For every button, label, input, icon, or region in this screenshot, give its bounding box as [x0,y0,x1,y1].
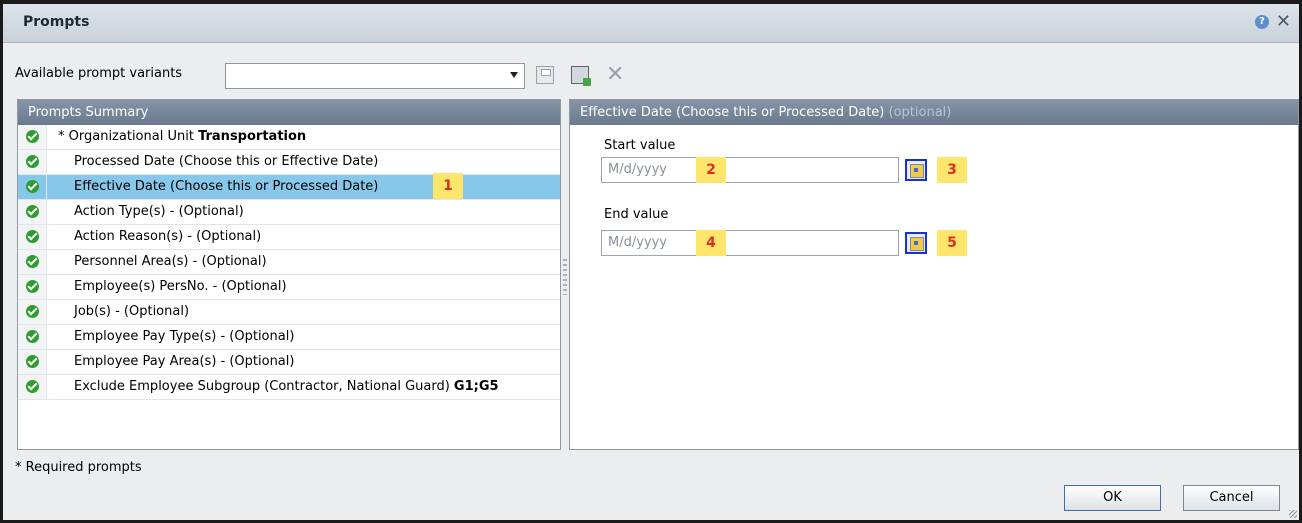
cancel-button[interactable]: Cancel [1183,485,1280,511]
check-icon [26,130,39,143]
prompt-label: Employee(s) PersNo. - (Optional) [74,279,287,294]
prompts-summary-list: * Organizational Unit Transportation Pro… [18,125,560,400]
panel-splitter[interactable] [563,259,567,295]
check-icon [26,155,39,168]
help-icon[interactable]: ? [1255,15,1269,29]
prompt-row-exclude-subgroup[interactable]: Exclude Employee Subgroup (Contractor, N… [18,375,560,400]
variants-dropdown[interactable] [225,63,525,89]
prompt-row-pay-area[interactable]: Employee Pay Area(s) - (Optional) [18,350,560,375]
check-icon [26,355,39,368]
prompt-label: Personnel Area(s) - (Optional) [74,254,267,269]
prompt-label: * Organizational Unit Transportation [58,129,307,144]
check-icon [26,205,39,218]
dialog-title: Prompts [23,14,90,30]
start-value-label: Start value [604,138,676,153]
required-prompts-note: * Required prompts [15,460,142,475]
prompt-row-pay-type[interactable]: Employee Pay Type(s) - (Optional) [18,325,560,350]
check-icon [26,280,39,293]
prompt-label: Effective Date (Choose this or Processed… [74,179,379,194]
check-icon [26,330,39,343]
prompt-detail-header: Effective Date (Choose this or Processed… [570,100,1298,125]
check-icon [26,255,39,268]
prompt-row-effective-date[interactable]: Effective Date (Choose this or Processed… [18,175,560,200]
check-icon [26,380,39,393]
prompt-row-action-type[interactable]: Action Type(s) - (Optional) [18,200,560,225]
prompt-row-personnel-area[interactable]: Personnel Area(s) - (Optional) [18,250,560,275]
prompt-row-action-reason[interactable]: Action Reason(s) - (Optional) [18,225,560,250]
resize-grip-icon[interactable] [1289,510,1297,518]
callout-badge-4: 4 [696,230,726,256]
prompts-summary-panel: Prompts Summary * Organizational Unit Tr… [17,99,561,450]
prompt-row-processed-date[interactable]: Processed Date (Choose this or Effective… [18,150,560,175]
end-date-input[interactable]: M/d/yyyy [601,230,899,256]
callout-badge-2: 2 [696,157,726,183]
check-icon [26,180,39,193]
prompt-label: Exclude Employee Subgroup (Contractor, N… [74,379,499,394]
calendar-icon[interactable] [905,232,927,254]
prompt-value: Transportation [198,129,307,144]
prompt-row-employee-persno[interactable]: Employee(s) PersNo. - (Optional) [18,275,560,300]
optional-tag: (optional) [884,105,952,120]
start-date-input[interactable]: M/d/yyyy [601,157,899,183]
check-icon [26,305,39,318]
prompt-label: Action Type(s) - (Optional) [74,204,244,219]
prompt-label: Employee Pay Type(s) - (Optional) [74,329,295,344]
callout-badge-3: 3 [937,157,967,183]
end-value-label: End value [604,207,669,222]
prompt-label: Job(s) - (Optional) [74,304,190,319]
prompt-label: Processed Date (Choose this or Effective… [74,154,379,169]
prompts-dialog: Prompts ? ✕ Available prompt variants ✕ … [0,0,1302,523]
delete-variant-icon[interactable]: ✕ [606,64,624,86]
callout-badge-5: 5 [937,230,967,256]
title-bar: Prompts ? ✕ [3,4,1299,43]
save-variant-icon[interactable] [536,66,554,84]
prompts-summary-header: Prompts Summary [18,100,560,125]
close-icon[interactable]: ✕ [1276,11,1291,32]
chevron-down-icon[interactable] [510,72,518,78]
variants-label: Available prompt variants [15,66,183,81]
prompt-value: G1;G5 [453,379,499,394]
prompt-label: Employee Pay Area(s) - (Optional) [74,354,295,369]
prompt-detail-panel: Effective Date (Choose this or Processed… [569,99,1299,450]
check-icon [26,230,39,243]
prompt-row-job[interactable]: Job(s) - (Optional) [18,300,560,325]
calendar-icon[interactable] [905,159,927,181]
callout-badge-1: 1 [433,173,463,199]
prompt-label: Action Reason(s) - (Optional) [74,229,262,244]
prompt-row-org-unit[interactable]: * Organizational Unit Transportation [18,125,560,150]
save-as-variant-icon[interactable] [571,66,591,86]
ok-button[interactable]: OK [1064,485,1161,511]
